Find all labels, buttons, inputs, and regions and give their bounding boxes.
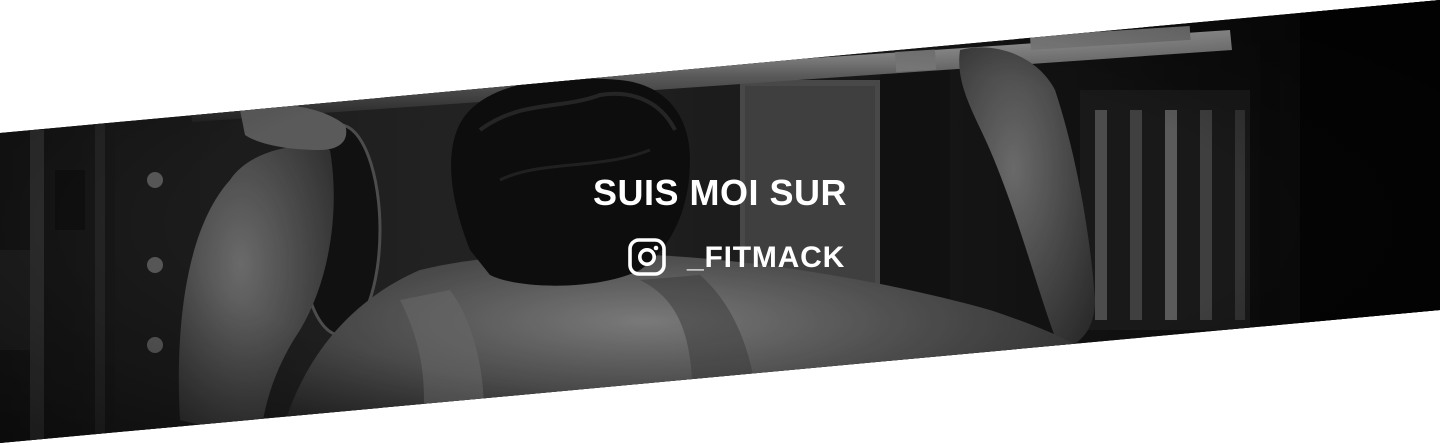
gym-background-photo xyxy=(0,0,1440,443)
social-banner xyxy=(0,0,1440,443)
instagram-icon xyxy=(628,238,666,276)
page: SUIS MOI SUR _FITMACK xyxy=(0,0,1440,447)
instagram-link[interactable]: _FITMACK xyxy=(627,236,845,278)
instagram-handle: _FITMACK xyxy=(687,241,846,274)
